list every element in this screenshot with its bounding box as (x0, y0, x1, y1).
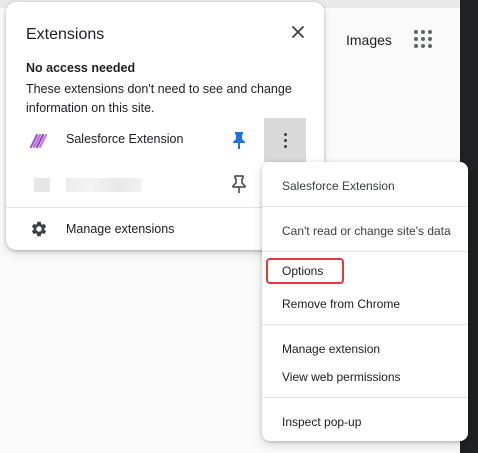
more-actions-button[interactable] (264, 118, 306, 162)
popup-title: Extensions (26, 26, 105, 43)
menu-separator (262, 206, 468, 207)
menu-separator (262, 397, 468, 398)
menu-item-manage-extension[interactable]: Manage extension (282, 342, 380, 356)
more-vert-icon (284, 133, 287, 136)
gear-icon (30, 220, 48, 238)
manage-extensions-label: Manage extensions (66, 222, 175, 236)
pin-icon[interactable] (230, 130, 248, 150)
menu-item-options[interactable]: Options (266, 258, 344, 284)
extension-context-menu: Salesforce Extension Can't read or chang… (262, 162, 468, 441)
extension-row-salesforce[interactable]: Salesforce Extension (6, 118, 324, 162)
blurred-extension-name (66, 178, 142, 192)
images-link[interactable]: Images (346, 32, 392, 48)
apps-grid-icon[interactable] (414, 30, 432, 48)
menu-separator (262, 251, 468, 252)
pin-outline-icon[interactable] (230, 174, 248, 194)
salesforce-logo-icon (28, 130, 48, 150)
menu-header-extension-name: Salesforce Extension (282, 179, 395, 193)
close-icon[interactable] (290, 24, 306, 40)
menu-item-view-web-permissions[interactable]: View web permissions (282, 370, 401, 384)
menu-separator (262, 324, 468, 325)
extension-name: Salesforce Extension (66, 132, 184, 146)
section-description: These extensions don't need to see and c… (26, 82, 292, 115)
blurred-extension-icon (34, 178, 50, 192)
menu-site-access-status: Can't read or change site's data (282, 224, 451, 238)
menu-item-inspect-popup[interactable]: Inspect pop-up (282, 415, 361, 429)
menu-item-remove-from-chrome[interactable]: Remove from Chrome (282, 297, 400, 311)
section-heading: No access needed (26, 61, 136, 75)
